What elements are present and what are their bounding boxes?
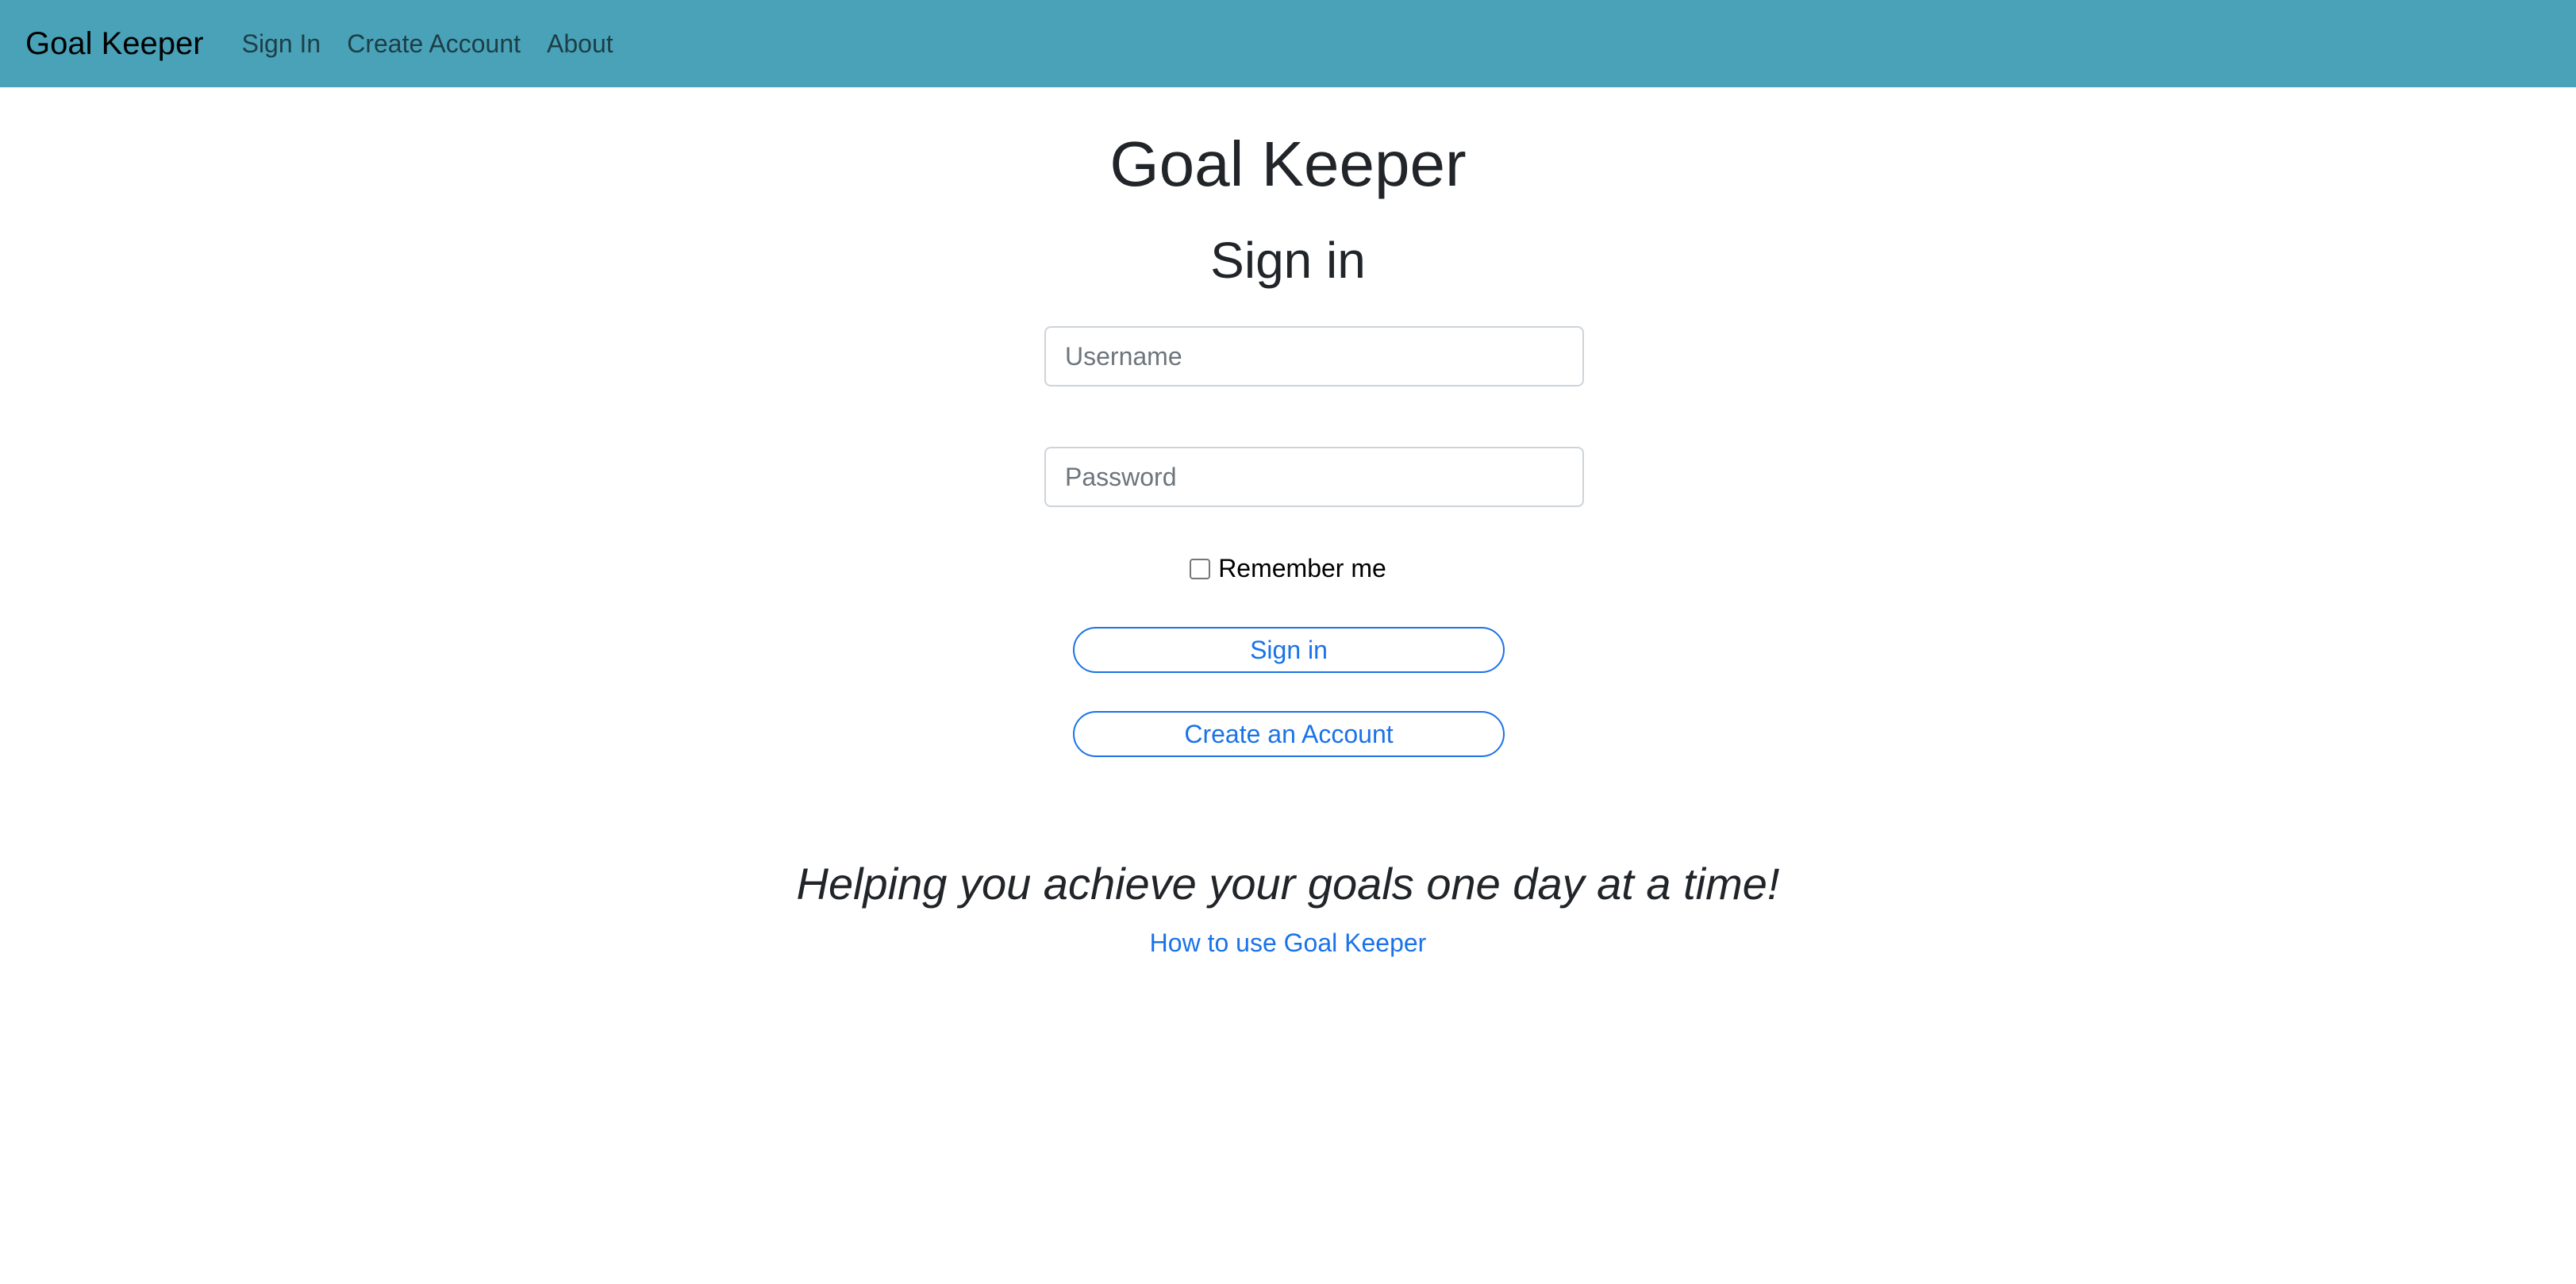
- navbar: Goal Keeper Sign In Create Account About: [0, 0, 2576, 87]
- sign-in-button[interactable]: Sign in: [1073, 627, 1505, 673]
- nav-link-create-account[interactable]: Create Account: [347, 29, 521, 59]
- nav-link-about[interactable]: About: [547, 29, 613, 59]
- form-title: Sign in: [1210, 232, 1366, 289]
- username-input[interactable]: [1044, 326, 1584, 386]
- remember-me-checkbox[interactable]: [1190, 558, 1211, 579]
- page-title: Goal Keeper: [1109, 129, 1467, 199]
- remember-me-label[interactable]: Remember me: [1218, 554, 1386, 583]
- how-to-use-link[interactable]: How to use Goal Keeper: [0, 928, 2576, 958]
- create-account-button[interactable]: Create an Account: [1073, 711, 1505, 757]
- nav-link-sign-in[interactable]: Sign In: [242, 29, 321, 59]
- remember-me-row: Remember me: [0, 554, 2576, 583]
- tagline: Helping you achieve your goals one day a…: [796, 859, 1780, 909]
- brand-link[interactable]: Goal Keeper: [25, 26, 204, 62]
- password-input[interactable]: [1044, 447, 1584, 507]
